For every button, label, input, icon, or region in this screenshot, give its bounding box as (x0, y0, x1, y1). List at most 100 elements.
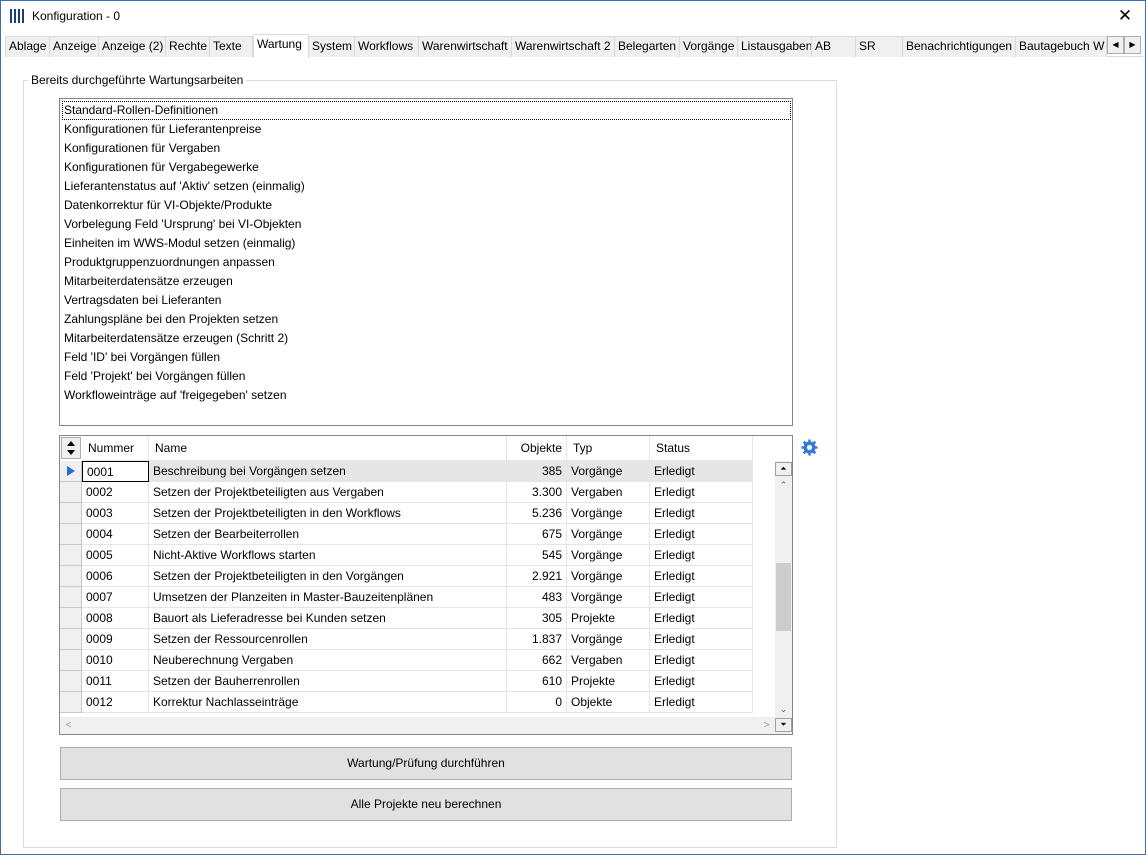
cell-typ[interactable]: Vorgänge (567, 566, 650, 587)
list-item[interactable]: Konfigurationen für Vergaben (63, 139, 220, 158)
maintenance-grid[interactable]: Nummer Name Objekte Typ Status 0001 Besch… (59, 435, 793, 735)
cell-status[interactable]: Erledigt (650, 587, 753, 608)
list-item[interactable]: Workfloweinträge auf 'freigegeben' setze… (63, 386, 287, 405)
list-item[interactable]: Konfigurationen für Vergabegewerke (63, 158, 259, 177)
grid-vertical-scrollbar[interactable]: ⏶ ⌃ ⌄ ⏷ (775, 461, 792, 734)
tab-anzeige[interactable]: Anzeige (49, 36, 99, 57)
cell-name[interactable]: Nicht-Aktive Workflows starten (149, 545, 507, 566)
tab-scroll-left-icon[interactable]: ◀ (1107, 36, 1124, 54)
cell-name[interactable]: Setzen der Bearbeiterrollen (149, 524, 507, 545)
tab-warenwirtschaft-2[interactable]: Warenwirtschaft 2 (511, 36, 615, 57)
cell-typ[interactable]: Projekte (567, 608, 650, 629)
list-item[interactable]: Feld 'ID' bei Vorgängen füllen (63, 348, 220, 367)
scroll-down-icon[interactable]: ⌄ (775, 701, 792, 718)
cell-nummer[interactable]: 0005 (82, 545, 149, 566)
cell-objekte[interactable]: 5.236 (507, 503, 567, 524)
maintenance-history-list[interactable]: Standard-Rollen-Definitionen Konfigurati… (59, 98, 793, 426)
list-item[interactable]: Datenkorrektur für VI-Objekte/Produkte (63, 196, 272, 215)
scroll-to-top-icon[interactable]: ⏶ (775, 462, 792, 476)
column-header-name[interactable]: Name (149, 436, 507, 461)
run-maintenance-button[interactable]: Wartung/Prüfung durchführen (60, 747, 792, 780)
scroll-right-icon[interactable]: > (758, 717, 775, 734)
row-header[interactable] (60, 608, 82, 629)
tab-wartung[interactable]: Wartung (253, 34, 309, 58)
row-header[interactable] (60, 566, 82, 587)
cell-typ[interactable]: Vorgänge (567, 587, 650, 608)
cell-status[interactable]: Erledigt (650, 461, 753, 482)
cell-nummer[interactable]: 0001 (82, 461, 149, 482)
cell-objekte[interactable]: 1.837 (507, 629, 567, 650)
cell-status[interactable]: Erledigt (650, 503, 753, 524)
cell-objekte[interactable]: 662 (507, 650, 567, 671)
list-item[interactable]: Vorbelegung Feld 'Ursprung' bei VI-Objek… (63, 215, 301, 234)
cell-typ[interactable]: Vorgänge (567, 545, 650, 566)
cell-status[interactable]: Erledigt (650, 566, 753, 587)
cell-name[interactable]: Setzen der Bauherrenrollen (149, 671, 507, 692)
cell-objekte[interactable]: 675 (507, 524, 567, 545)
list-item[interactable]: Konfigurationen für Lieferantenpreise (63, 120, 261, 139)
cell-name[interactable]: Neuberechnung Vergaben (149, 650, 507, 671)
gear-icon[interactable] (801, 439, 818, 456)
list-item[interactable]: Mitarbeiterdatensätze erzeugen (63, 272, 233, 291)
list-item[interactable]: Feld 'Projekt' bei Vorgängen füllen (63, 367, 245, 386)
cell-objekte[interactable]: 3.300 (507, 482, 567, 503)
list-item[interactable]: Vertragsdaten bei Lieferanten (63, 291, 221, 310)
tab-benachrichtigungen[interactable]: Benachrichtigungen (902, 36, 1016, 57)
row-header[interactable] (60, 545, 82, 566)
cell-typ[interactable]: Vorgänge (567, 524, 650, 545)
scroll-up-icon[interactable]: ⌃ (775, 477, 792, 494)
tab-belegarten[interactable]: Belegarten (614, 36, 680, 57)
cell-status[interactable]: Erledigt (650, 608, 753, 629)
tab-listausgaben[interactable]: Listausgaben (737, 36, 812, 57)
row-header[interactable] (60, 650, 82, 671)
cell-name[interactable]: Setzen der Projektbeteiligten in den Vor… (149, 566, 507, 587)
cell-objekte[interactable]: 385 (507, 461, 567, 482)
list-item[interactable]: Einheiten im WWS-Modul setzen (einmalig) (63, 234, 295, 253)
cell-name[interactable]: Korrektur Nachlasseinträge (149, 692, 507, 713)
list-item[interactable]: Zahlungspläne bei den Projekten setzen (63, 310, 278, 329)
scroll-to-bottom-icon[interactable]: ⏷ (775, 718, 792, 732)
tab-warenwirtschaft[interactable]: Warenwirtschaft (418, 36, 512, 57)
row-header[interactable] (60, 671, 82, 692)
cell-name[interactable]: Beschreibung bei Vorgängen setzen (149, 461, 507, 482)
scroll-left-icon[interactable]: < (60, 717, 77, 734)
tab-ablage[interactable]: Ablage (5, 36, 50, 57)
cell-objekte[interactable]: 545 (507, 545, 567, 566)
row-header[interactable] (60, 482, 82, 503)
cell-status[interactable]: Erledigt (650, 671, 753, 692)
list-item[interactable]: Standard-Rollen-Definitionen (62, 101, 791, 120)
scrollbar-thumb[interactable] (776, 563, 791, 631)
list-item[interactable]: Mitarbeiterdatensätze erzeugen (Schritt … (63, 329, 288, 348)
column-header-typ[interactable]: Typ (567, 436, 650, 461)
close-icon[interactable]: ✕ (1115, 5, 1135, 27)
cell-typ[interactable]: Vorgänge (567, 461, 650, 482)
cell-name[interactable]: Setzen der Projektbeteiligten in den Wor… (149, 503, 507, 524)
cell-name[interactable]: Setzen der Projektbeteiligten aus Vergab… (149, 482, 507, 503)
cell-nummer[interactable]: 0006 (82, 566, 149, 587)
cell-typ[interactable]: Vorgänge (567, 629, 650, 650)
cell-nummer[interactable]: 0012 (82, 692, 149, 713)
tab-sr[interactable]: SR (855, 36, 903, 57)
cell-typ[interactable]: Projekte (567, 671, 650, 692)
cell-objekte[interactable]: 2.921 (507, 566, 567, 587)
row-header[interactable] (60, 629, 82, 650)
cell-name[interactable]: Setzen der Ressourcenrollen (149, 629, 507, 650)
list-item[interactable]: Produktgruppenzuordnungen anpassen (63, 253, 275, 272)
tab-anzeige-2[interactable]: Anzeige (2) (98, 36, 166, 57)
cell-typ[interactable]: Vorgänge (567, 503, 650, 524)
cell-objekte[interactable]: 305 (507, 608, 567, 629)
cell-typ[interactable]: Objekte (567, 692, 650, 713)
cell-status[interactable]: Erledigt (650, 545, 753, 566)
cell-objekte[interactable]: 483 (507, 587, 567, 608)
column-header-nummer[interactable]: Nummer (82, 436, 149, 461)
column-header-objekte[interactable]: Objekte (507, 436, 567, 461)
grid-horizontal-scrollbar[interactable]: < > (60, 717, 775, 734)
cell-name[interactable]: Umsetzen der Planzeiten in Master-Bauzei… (149, 587, 507, 608)
current-row-arrow-icon[interactable] (60, 461, 82, 482)
cell-typ[interactable]: Vergaben (567, 650, 650, 671)
cell-status[interactable]: Erledigt (650, 482, 753, 503)
cell-nummer[interactable]: 0003 (82, 503, 149, 524)
tab-workflows[interactable]: Workflows (354, 36, 419, 57)
row-header[interactable] (60, 692, 82, 713)
cell-status[interactable]: Erledigt (650, 524, 753, 545)
